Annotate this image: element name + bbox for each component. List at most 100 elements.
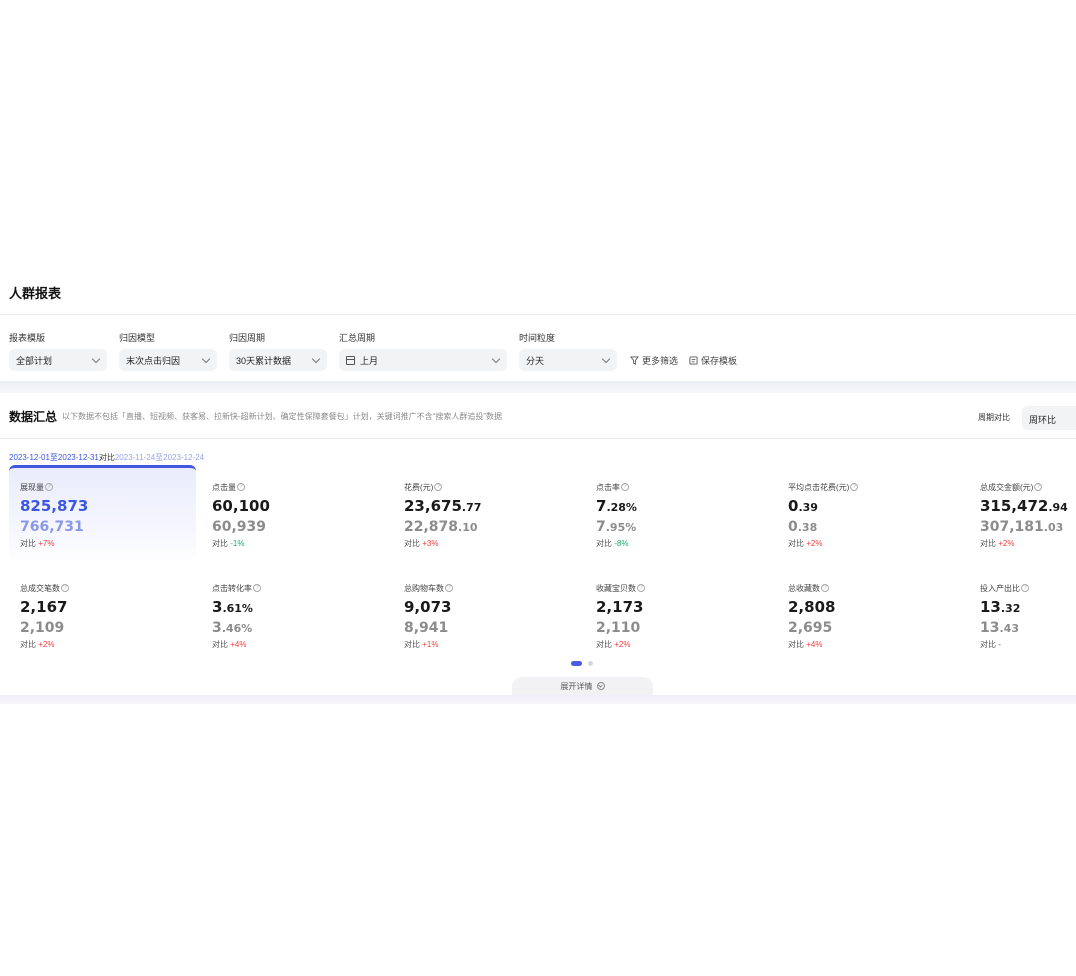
time-granularity-select[interactable]: 分天: [519, 349, 617, 371]
section-separator: [0, 381, 1076, 393]
delta-prefix: 对比: [404, 640, 420, 649]
question-icon[interactable]: ?: [850, 483, 859, 491]
metric-label: 展现量?: [20, 481, 200, 493]
pager-dot[interactable]: [588, 661, 593, 666]
metric-value: 13.32: [980, 598, 1076, 616]
metric-value-int: 23,675: [404, 497, 462, 515]
save-template-button[interactable]: 保存模板: [689, 354, 737, 367]
metric-card[interactable]: 总成交笔数? 2,167 2,109 对比 +2%: [20, 582, 200, 650]
report-template-select[interactable]: 全部计划: [9, 349, 107, 371]
metric-value: 3.61%: [212, 598, 392, 616]
metric-compare-value: 0.38: [788, 518, 968, 536]
metric-card[interactable]: 平均点击花费(元)? 0.39 0.38 对比 +2%: [788, 481, 968, 549]
calendar-icon: [346, 355, 355, 365]
metric-compare-int: 2,695: [788, 620, 833, 636]
metric-value-int: 2,173: [596, 598, 644, 616]
metric-label: 投入产出比?: [980, 582, 1076, 594]
metric-value: 23,675.77: [404, 497, 584, 515]
metric-label-text: 总成交笔数: [20, 583, 60, 593]
metric-label: 点击转化率?: [212, 582, 392, 594]
metric-delta: 对比 +4%: [212, 639, 392, 650]
metric-compare-int: 8,941: [404, 620, 449, 636]
metric-compare-int: 0: [788, 519, 798, 535]
more-filter-button[interactable]: 更多筛选: [630, 354, 678, 367]
metric-card[interactable]: 收藏宝贝数? 2,173 2,110 对比 +2%: [596, 582, 776, 650]
metric-compare-value: 22,878.10: [404, 518, 584, 536]
filter-time-granularity: 时间粒度 分天: [519, 332, 617, 371]
question-icon[interactable]: ?: [621, 483, 629, 491]
metric-card[interactable]: 总收藏数? 2,808 2,695 对比 +4%: [788, 582, 968, 650]
metric-label-text: 点击转化率: [212, 583, 252, 593]
metric-card[interactable]: 点击率? 7.28% 7.95% 对比 -8%: [596, 481, 776, 549]
delta-value: +2%: [806, 539, 823, 548]
question-icon[interactable]: ?: [61, 584, 69, 592]
metric-label: 收藏宝贝数?: [596, 582, 776, 594]
metric-label: 花费(元)?: [404, 481, 584, 493]
metric-delta: 对比 -1%: [212, 538, 392, 549]
summary-period-picker[interactable]: 上月: [339, 349, 507, 371]
metric-card[interactable]: 展现量? 825,873 766,731 对比 +7%: [20, 481, 200, 549]
metric-value: 0.39: [788, 497, 968, 515]
metric-value-dec: .77: [461, 501, 482, 514]
metric-value: 9,073: [404, 598, 584, 616]
metric-label-text: 展现量: [20, 482, 44, 492]
chevron-down-icon: [91, 354, 101, 364]
metric-value-int: 315,472: [980, 497, 1049, 515]
metric-value-dec: .32: [1000, 602, 1021, 615]
expand-details-button[interactable]: 展开详情: [512, 677, 653, 697]
question-icon[interactable]: ?: [1021, 584, 1029, 592]
delta-prefix: 对比: [212, 640, 228, 649]
metric-card[interactable]: 点击量? 60,100 60,939 对比 -1%: [212, 481, 392, 549]
metric-delta: 对比 +2%: [20, 639, 200, 650]
question-icon[interactable]: ?: [237, 483, 245, 491]
delta-prefix: 对比: [596, 640, 612, 649]
pager-dot-active[interactable]: [571, 661, 582, 666]
metric-compare-int: 2,110: [596, 620, 641, 636]
metric-value: 2,173: [596, 598, 776, 616]
cycle-compare-select[interactable]: 周环比: [1022, 406, 1076, 430]
question-icon[interactable]: ?: [45, 483, 53, 491]
question-icon[interactable]: ?: [821, 584, 829, 592]
filter-label: 归因模型: [119, 333, 156, 343]
question-icon[interactable]: ?: [637, 584, 645, 592]
question-icon[interactable]: ?: [253, 584, 261, 592]
metric-card[interactable]: 总成交金额(元)? 315,472.94 307,181.03 对比 +2%: [980, 481, 1076, 549]
metric-compare-int: 13: [980, 620, 1000, 636]
date-vs: 对比: [98, 453, 115, 462]
metric-label-text: 总购物车数: [404, 583, 444, 593]
metric-label: 总成交金额(元)?: [980, 481, 1076, 493]
metric-compare-int: 7: [596, 519, 606, 535]
metric-compare-value: 2,695: [788, 619, 968, 637]
metric-label-text: 点击率: [596, 482, 620, 492]
delta-prefix: 对比: [980, 640, 996, 649]
filter-label: 报表模版: [9, 333, 46, 343]
metric-card[interactable]: 投入产出比? 13.32 13.43 对比 -: [980, 582, 1076, 650]
metric-delta: 对比 +1%: [404, 639, 584, 650]
metric-value-int: 2,808: [788, 598, 836, 616]
question-icon[interactable]: ?: [445, 584, 453, 592]
metric-card[interactable]: 点击转化率? 3.61% 3.46% 对比 +4%: [212, 582, 392, 650]
date-range: 2023-12-01至2023-12-31对比2023-11-24至2023-1…: [9, 452, 204, 463]
delta-prefix: 对比: [404, 539, 420, 548]
metric-value: 2,167: [20, 598, 200, 616]
metric-delta: 对比 +2%: [788, 538, 968, 549]
metric-label: 总成交笔数?: [20, 582, 200, 594]
report-page: 人群报表 报表模版 全部计划 归因模型 末次点击归因 归因周期 30天累计数据 …: [0, 0, 1076, 976]
question-icon[interactable]: ?: [1034, 483, 1043, 491]
metric-value-dec: .28%: [606, 501, 637, 514]
metric-compare-value: 766,731: [20, 518, 200, 536]
metric-label: 平均点击花费(元)?: [788, 481, 968, 493]
metric-card[interactable]: 总购物车数? 9,073 8,941 对比 +1%: [404, 582, 584, 650]
metric-compare-value: 8,941: [404, 619, 584, 637]
attribution-model-select[interactable]: 末次点击归因: [119, 349, 217, 371]
delta-prefix: 对比: [212, 539, 228, 548]
question-icon[interactable]: ?: [434, 483, 443, 491]
metric-compare-dec: .43: [999, 622, 1019, 635]
filter-label: 归因周期: [229, 333, 266, 343]
select-value: 30天累计数据: [236, 355, 292, 366]
metric-card[interactable]: 花费(元)? 23,675.77 22,878.10 对比 +3%: [404, 481, 584, 549]
metric-delta: 对比 +4%: [788, 639, 968, 650]
metric-compare-int: 766,731: [20, 519, 84, 535]
attribution-period-select[interactable]: 30天累计数据: [229, 349, 327, 371]
delta-prefix: 对比: [788, 640, 804, 649]
